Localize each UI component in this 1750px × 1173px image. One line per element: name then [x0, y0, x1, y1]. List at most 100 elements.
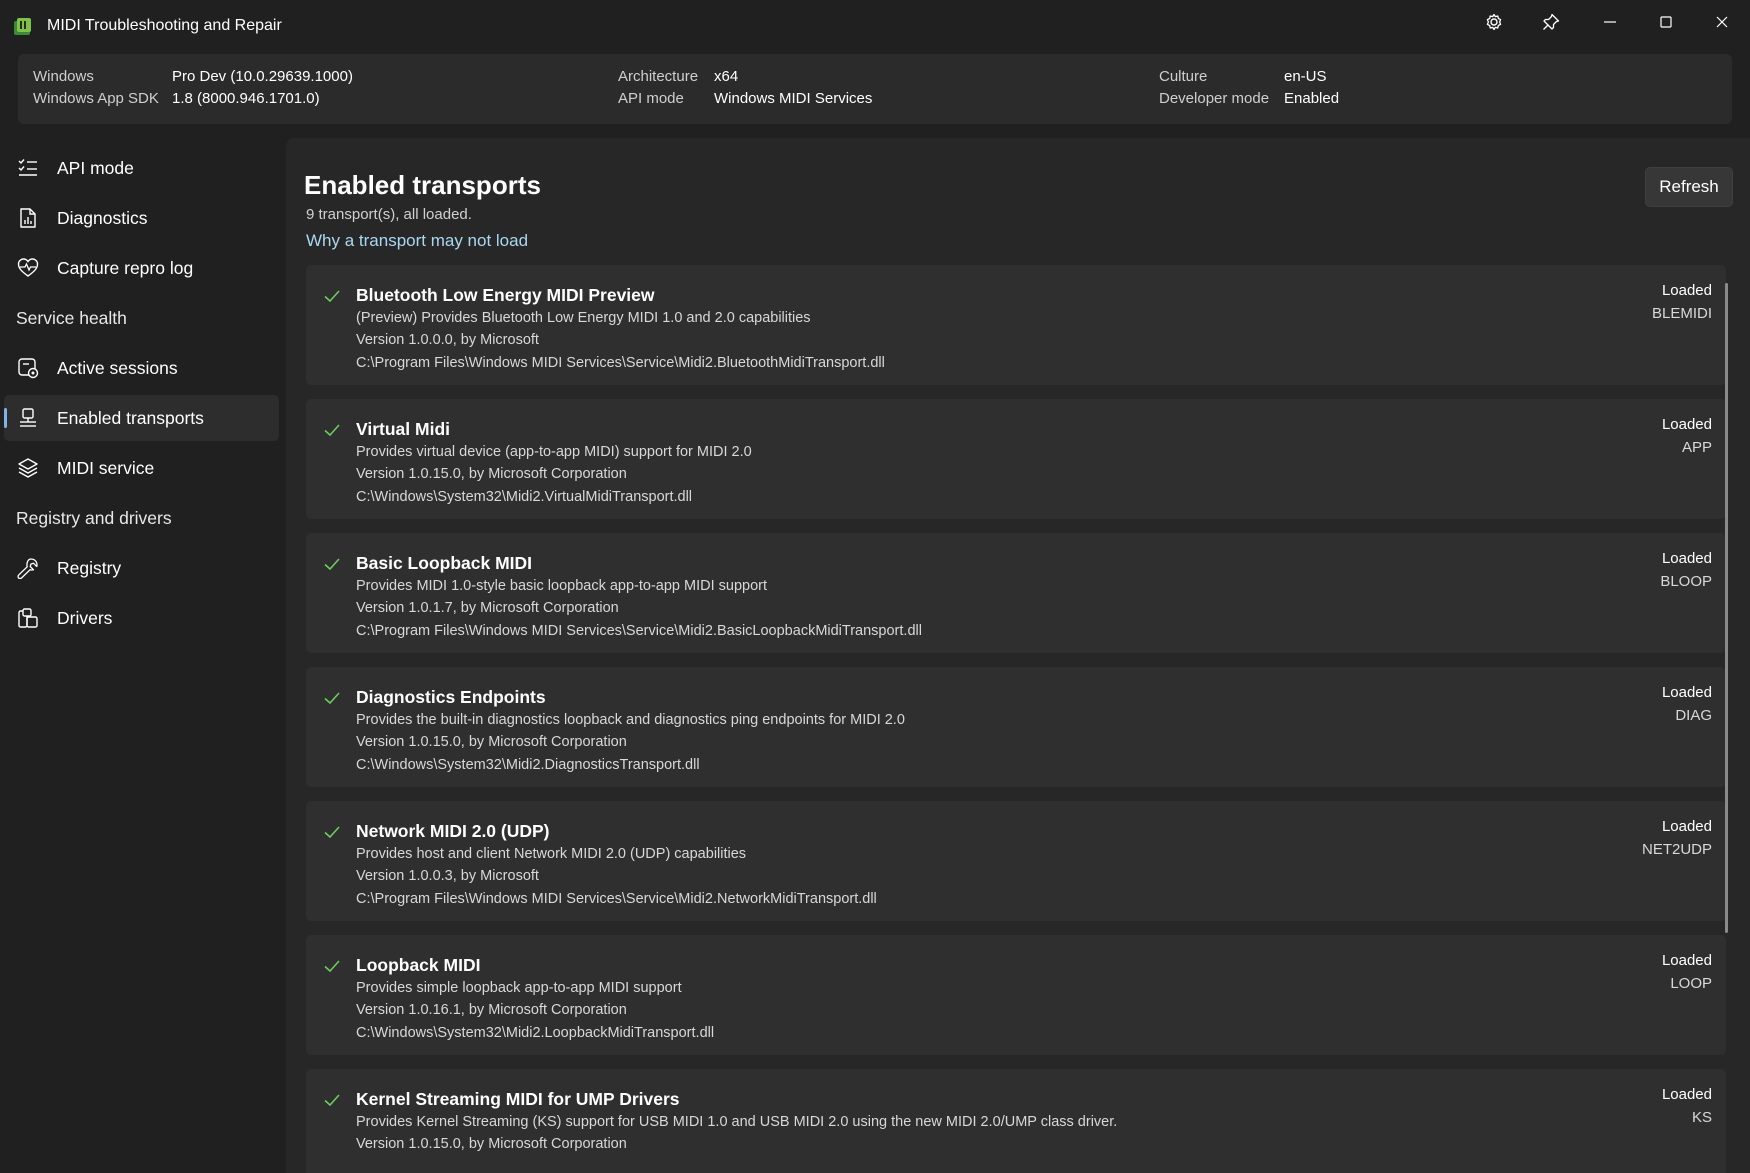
transport-status: Loaded	[1661, 1086, 1712, 1103]
check-icon	[324, 1094, 340, 1107]
transport-status: Loaded	[1661, 416, 1712, 433]
pin-button[interactable]	[1523, 0, 1579, 44]
transport-card: Network MIDI 2.0 (UDP) Provides host and…	[306, 801, 1726, 921]
transport-name: Diagnostics Endpoints	[356, 687, 546, 707]
title-bar: MIDI Troubleshooting and Repair	[0, 0, 1750, 52]
transport-code: LOOP	[1670, 975, 1712, 992]
windows-value: Pro Dev (10.0.29639.1000)	[172, 68, 353, 85]
sidebar-item-label: Active sessions	[57, 358, 178, 378]
sidebar-item-enabled-transports[interactable]: Enabled transports	[4, 395, 279, 441]
transport-version: Version 1.0.0.3, by Microsoft	[356, 868, 539, 884]
sidebar-header-registry-drivers: Registry and drivers	[16, 508, 172, 528]
why-transport-may-not-load-link[interactable]: Why a transport may not load	[306, 231, 528, 251]
settings-icon	[1486, 13, 1502, 31]
minimize-icon	[1604, 21, 1616, 23]
sdk-label: Windows App SDK	[33, 90, 159, 107]
transport-version: Version 1.0.15.0, by Microsoft Corporati…	[356, 1136, 627, 1152]
sidebar-item-drivers[interactable]: Drivers	[4, 595, 279, 641]
maximize-icon	[1660, 16, 1672, 28]
transport-path: C:\Program Files\Windows MIDI Services\S…	[356, 623, 922, 639]
transport-description: Provides Kernel Streaming (KS) support f…	[356, 1114, 1118, 1130]
maximize-button[interactable]	[1638, 0, 1694, 44]
transport-description: Provides simple loopback app-to-app MIDI…	[356, 980, 682, 996]
sidebar-item-label: Capture repro log	[57, 258, 194, 278]
transport-summary: 9 transport(s), all loaded.	[306, 206, 472, 223]
developer-mode-value: Enabled	[1284, 90, 1340, 107]
transport-card: Loopback MIDI Provides simple loopback a…	[306, 935, 1726, 1055]
settings-button[interactable]	[1466, 0, 1522, 44]
transport-card: Virtual Midi Provides virtual device (ap…	[306, 399, 1726, 519]
developer-mode-label: Developer mode	[1159, 90, 1270, 107]
api-mode-value: Windows MIDI Services	[714, 90, 873, 107]
close-button[interactable]	[1694, 0, 1750, 44]
content-scrollbar[interactable]	[1725, 283, 1728, 933]
check-icon	[324, 692, 340, 705]
transport-code: NET2UDP	[1641, 841, 1712, 858]
transport-code: BLEMIDI	[1651, 305, 1712, 322]
transport-description: Provides the built-in diagnostics loopba…	[356, 712, 905, 728]
transport-version: Version 1.0.16.1, by Microsoft Corporati…	[356, 1002, 627, 1018]
drivers-icon	[18, 608, 38, 628]
culture-label: Culture	[1159, 68, 1208, 85]
sidebar-item-label: Drivers	[57, 608, 113, 628]
check-icon	[324, 826, 340, 839]
sessions-icon	[18, 358, 39, 379]
transport-version: Version 1.0.15.0, by Microsoft Corporati…	[356, 466, 627, 482]
api-mode-label: API mode	[618, 90, 684, 107]
heart-pulse-icon	[17, 258, 39, 277]
sidebar-item-label: Registry	[57, 558, 122, 578]
transport-code: APP	[1681, 439, 1712, 456]
transport-path: C:\Windows\System32\Midi2.LoopbackMidiTr…	[356, 1025, 715, 1041]
transport-description: Provides MIDI 1.0-style basic loopback a…	[356, 578, 768, 594]
sidebar-item-midi-service[interactable]: MIDI service	[4, 445, 279, 491]
sidebar-item-capture-repro-log[interactable]: Capture repro log	[4, 245, 279, 291]
sidebar-item-label: API mode	[57, 158, 134, 178]
transport-description: Provides host and client Network MIDI 2.…	[356, 846, 747, 862]
close-icon	[1716, 16, 1728, 28]
transport-status: Loaded	[1661, 818, 1712, 835]
minimize-button[interactable]	[1582, 0, 1638, 44]
transport-name: Basic Loopback MIDI	[356, 553, 533, 573]
transport-icon	[20, 408, 36, 427]
app-logo-icon	[14, 18, 31, 35]
transport-card: Diagnostics Endpoints Provides the built…	[306, 667, 1726, 787]
sidebar-item-registry[interactable]: Registry	[4, 545, 279, 591]
architecture-value: x64	[714, 68, 739, 85]
culture-value: en-US	[1284, 68, 1327, 85]
transport-version: Version 1.0.15.0, by Microsoft Corporati…	[356, 734, 627, 750]
transport-code: DIAG	[1675, 707, 1712, 724]
transport-path: C:\Windows\System32\Midi2.VirtualMidiTra…	[356, 489, 693, 505]
transport-path: C:\Program Files\Windows MIDI Services\S…	[356, 891, 877, 907]
system-info-bar: Windows Pro Dev (10.0.29639.1000) Window…	[18, 54, 1732, 124]
sdk-value: 1.8 (8000.946.1701.0)	[172, 90, 320, 107]
check-icon	[324, 424, 340, 437]
transport-description: Provides virtual device (app-to-app MIDI…	[356, 444, 752, 460]
sidebar-item-active-sessions[interactable]: Active sessions	[4, 345, 279, 391]
transport-name: Network MIDI 2.0 (UDP)	[356, 821, 550, 841]
transport-path: C:\Program Files\Windows MIDI Services\S…	[356, 355, 885, 371]
transport-status: Loaded	[1661, 550, 1712, 567]
transport-path: C:\Windows\System32\Midi2.DiagnosticsTra…	[356, 757, 700, 773]
architecture-label: Architecture	[618, 68, 699, 85]
transport-version: Version 1.0.0.0, by Microsoft	[356, 332, 539, 348]
transport-code: BLOOP	[1660, 573, 1712, 590]
selection-indicator	[4, 408, 7, 428]
transport-name: Loopback MIDI	[356, 955, 481, 975]
layers-icon	[18, 458, 38, 478]
sidebar-item-api-mode[interactable]: API mode	[4, 145, 279, 191]
wrench-icon	[17, 558, 38, 579]
pin-icon	[1543, 13, 1560, 30]
transport-card: Basic Loopback MIDI Provides MIDI 1.0-st…	[306, 533, 1726, 653]
sidebar-item-diagnostics[interactable]: Diagnostics	[4, 195, 279, 241]
transport-code: KS	[1691, 1109, 1712, 1126]
windows-label: Windows	[33, 68, 94, 85]
transport-description: (Preview) Provides Bluetooth Low Energy …	[356, 310, 811, 326]
sidebar-item-label: Diagnostics	[57, 208, 148, 228]
refresh-button[interactable]: Refresh	[1645, 167, 1733, 207]
page-title: Enabled transports	[304, 170, 541, 200]
transport-status: Loaded	[1661, 282, 1712, 299]
transport-name: Virtual Midi	[356, 419, 450, 439]
transport-status: Loaded	[1661, 684, 1712, 701]
transport-card: Bluetooth Low Energy MIDI Preview (Previ…	[306, 265, 1726, 385]
check-icon	[324, 960, 340, 973]
